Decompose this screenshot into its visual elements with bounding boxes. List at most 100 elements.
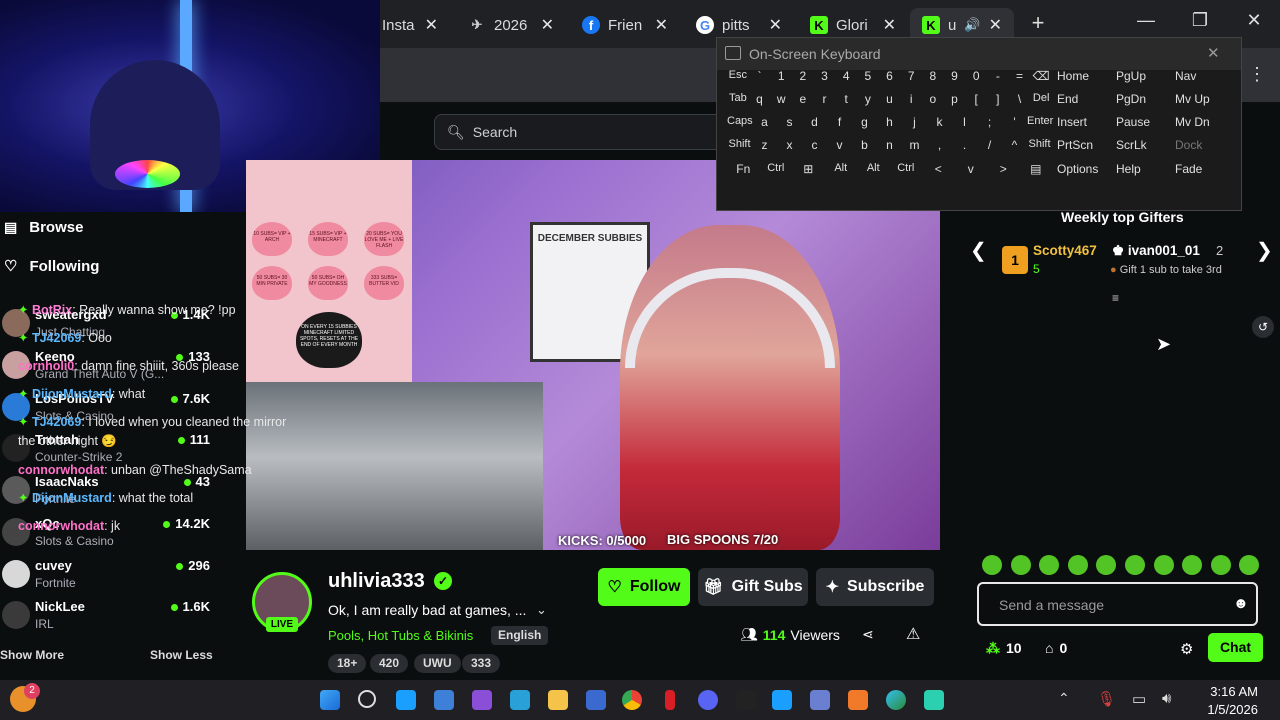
osk-key[interactable]: Enter [1027,115,1053,127]
osk-key[interactable]: j [902,115,927,129]
close-tab-icon[interactable]: ✕ [883,15,896,35]
osk-key[interactable]: i [900,92,922,106]
osk-nav-key[interactable]: End [1057,92,1113,106]
osk-key[interactable]: Tab [727,92,749,104]
clock[interactable]: 3:16 AM 1/5/2026 [1196,684,1258,717]
chrome-icon[interactable] [622,690,642,710]
osk-key[interactable]: - [987,69,1009,83]
osk-key[interactable]: t [835,92,857,106]
osk-key[interactable]: \ [1009,92,1031,106]
osk-key[interactable]: Alt [857,162,890,174]
emote-icon[interactable] [1067,555,1088,575]
sidebar-browse[interactable]: ▤ Browse [4,219,83,236]
osk-nav-key[interactable]: Nav [1175,69,1231,83]
osk-key[interactable]: u [879,92,901,106]
emoji-icon[interactable]: ☻ [1233,595,1249,612]
network-icon[interactable]: ▭ [1132,690,1146,708]
volume-icon[interactable]: 🔊︎ [1162,690,1171,707]
store-app-icon[interactable] [586,690,606,710]
osk-key[interactable]: ^ [1002,138,1027,152]
chat-username[interactable]: connorwhodat [18,519,104,533]
show-less-button[interactable]: Show Less [150,648,213,662]
osk-key[interactable]: Shift [727,138,752,150]
osk-key[interactable]: ⊞ [792,162,825,176]
osk-key[interactable]: / [977,138,1002,152]
tag-badge[interactable]: 18+ [328,654,367,673]
osk-close-icon[interactable]: ✕ [1207,44,1220,62]
search-taskbar-icon[interactable] [358,690,376,708]
follow-button[interactable]: ♡ Follow [598,568,690,606]
osk-key[interactable]: Esc [727,69,749,81]
osk-nav-key[interactable]: Help [1116,162,1172,176]
osk-key[interactable]: Ctrl [890,162,923,174]
osk-key[interactable]: g [852,115,877,129]
osk-key[interactable]: c [802,138,827,152]
chat-input[interactable]: Send a message [977,582,1258,626]
osk-key[interactable]: ; [977,115,1002,129]
microphone-icon[interactable]: 🎙︎ [1097,690,1116,708]
osk-key[interactable]: p [944,92,966,106]
osk-nav-key[interactable]: PgDn [1116,92,1172,106]
app-icon[interactable] [472,690,492,710]
chat-send-button[interactable]: Chat [1208,633,1263,662]
osk-nav-key[interactable]: Mv Up [1175,92,1231,106]
gear-icon[interactable]: ⚙ [1180,640,1193,658]
app-icon[interactable] [810,690,830,710]
osk-nav-key[interactable]: Home [1057,69,1113,83]
close-tab-icon[interactable]: ✕ [655,15,668,35]
osk-key[interactable]: 0 [965,69,987,83]
osk-key[interactable]: 2 [792,69,814,83]
osk-key[interactable]: z [752,138,777,152]
osk-key[interactable]: m [902,138,927,152]
tag-badge[interactable]: 333 [462,654,501,673]
chat-username[interactable]: DijonMustard [32,387,112,401]
channel-name[interactable]: uhlivia333 [328,570,425,593]
close-tab-icon[interactable]: ✕ [541,15,554,35]
tag-badge[interactable]: UWU [414,654,461,673]
osk-key[interactable]: y [857,92,879,106]
report-icon[interactable]: ⚠ [906,624,920,644]
osk-nav-key[interactable]: Pause [1116,115,1172,129]
pinned-toggle-icon[interactable]: ≡ [1112,291,1119,305]
steam-icon[interactable] [772,690,792,710]
osk-key[interactable]: 6 [879,69,901,83]
osk-key[interactable]: 7 [900,69,922,83]
osk-key[interactable]: Alt [825,162,858,174]
close-tab-icon[interactable]: ✕ [769,15,782,35]
osk-nav-key[interactable]: PrtScn [1057,138,1113,152]
osk-key[interactable]: < [922,162,955,176]
osk-nav-key[interactable]: Options [1057,162,1113,176]
osk-nav-key[interactable]: Mv Dn [1175,115,1231,129]
chat-username[interactable]: cornholi0 [18,359,74,373]
gifter2-row[interactable]: ♚ ivan001_01 [1112,243,1200,259]
osk-nav-key[interactable]: ScrLk [1116,138,1172,152]
tab-instagram[interactable]: Insta ✕ [370,8,450,42]
new-tab-button[interactable]: + [1018,10,1058,36]
edge-icon[interactable] [886,690,906,710]
osk-key[interactable]: x [777,138,802,152]
osk-key[interactable]: o [922,92,944,106]
osk-nav-key[interactable]: Dock [1175,138,1231,152]
osk-key[interactable]: v [827,138,852,152]
osk-key[interactable]: d [802,115,827,129]
emote-icon[interactable] [1153,555,1174,575]
osk-key[interactable]: Shift [1027,138,1052,150]
osk-key[interactable]: 3 [814,69,836,83]
netflix-icon[interactable] [665,690,675,710]
osk-key[interactable]: 8 [922,69,944,83]
osk-key[interactable]: . [952,138,977,152]
chevron-down-icon[interactable]: ⌄ [536,602,547,618]
osk-key[interactable]: ▤ [1020,162,1053,176]
browser-menu-icon[interactable]: ⋮ [1248,64,1266,85]
sidebar-channel[interactable]: cuvey Fortnite 296 [2,556,214,598]
osk-key[interactable]: 9 [944,69,966,83]
osk-key[interactable]: ] [987,92,1009,106]
next-gifter-icon[interactable]: ❯ [1256,238,1273,263]
osk-key[interactable]: ` [749,69,771,83]
stream-category[interactable]: Pools, Hot Tubs & Bikinis [328,628,473,643]
osk-key[interactable]: l [952,115,977,129]
osk-key[interactable]: > [987,162,1020,176]
emote-icon[interactable] [1125,555,1145,575]
scroll-up-icon[interactable]: ↺ [1252,316,1274,338]
osk-key[interactable]: k [927,115,952,129]
